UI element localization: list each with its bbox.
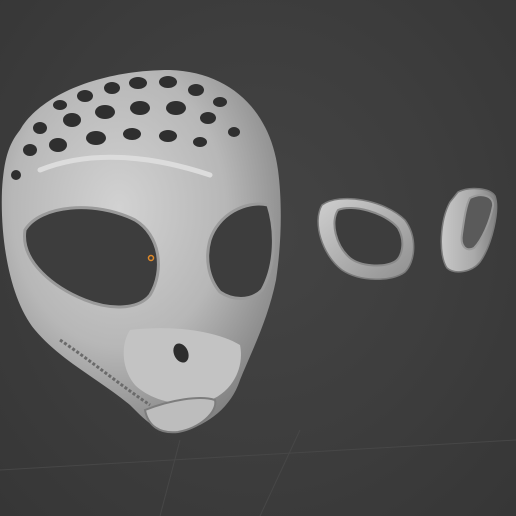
floor-grid <box>0 429 516 516</box>
3d-viewport[interactable] <box>0 0 516 516</box>
eye-cylinder-mesh[interactable] <box>440 187 498 273</box>
mask-head-mesh[interactable] <box>1 70 281 434</box>
eye-ring-mesh[interactable] <box>317 197 415 280</box>
viewport-scene <box>0 70 516 516</box>
